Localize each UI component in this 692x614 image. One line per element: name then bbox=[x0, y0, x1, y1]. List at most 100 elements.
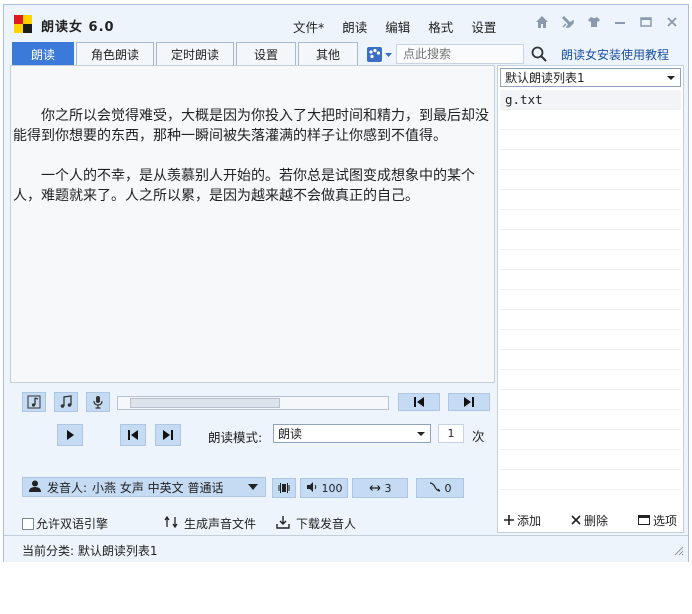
playlist-empty-row bbox=[500, 210, 681, 230]
play-button[interactable] bbox=[57, 424, 83, 446]
skip-forward-button[interactable] bbox=[155, 424, 181, 446]
maximize-icon[interactable] bbox=[638, 14, 654, 30]
playlist-empty-row bbox=[500, 250, 681, 270]
playlist-empty-row bbox=[500, 410, 681, 430]
options-button[interactable]: 选项 bbox=[637, 512, 677, 529]
generate-audio-button[interactable]: 生成声音文件 bbox=[164, 515, 256, 532]
progress-thumb[interactable] bbox=[130, 398, 280, 408]
playlist-item[interactable]: g.txt bbox=[500, 90, 681, 110]
repeat-unit-label: 次 bbox=[472, 429, 485, 444]
previous-button[interactable] bbox=[398, 393, 440, 411]
playlist-empty-row bbox=[500, 430, 681, 450]
playlist-empty-row bbox=[500, 150, 681, 170]
checkbox-box[interactable] bbox=[22, 517, 34, 530]
playlist-select[interactable]: 默认朗读列表1 bbox=[500, 68, 681, 87]
bilingual-engine-label: 允许双语引擎 bbox=[36, 517, 109, 531]
menu-file[interactable]: 文件* bbox=[284, 17, 333, 36]
volume-value: 100 bbox=[321, 481, 343, 495]
delete-label: 删除 bbox=[583, 514, 608, 528]
voice-equalizer-button[interactable] bbox=[272, 478, 296, 498]
music-icon[interactable] bbox=[54, 392, 78, 412]
add-label: 添加 bbox=[517, 514, 542, 528]
status-bar: 当前分类: 默认朗读列表1 bbox=[4, 535, 688, 562]
playlist-empty-row bbox=[500, 310, 681, 330]
home-icon[interactable] bbox=[534, 14, 550, 30]
playlist-empty-row bbox=[500, 270, 681, 290]
minimize-icon[interactable] bbox=[612, 14, 628, 30]
mode-select[interactable]: 朗读 bbox=[273, 424, 431, 443]
lyrics-note-button[interactable] bbox=[22, 392, 46, 412]
playlist-rows: g.txt bbox=[500, 90, 681, 490]
tab-bar: 朗读 角色朗读 定时朗读 设置 其他 bbox=[12, 42, 360, 65]
playlist-select-value: 默认朗读列表1 bbox=[505, 71, 585, 85]
status-text: 当前分类: 默认朗读列表1 bbox=[22, 544, 158, 558]
volume-icon bbox=[306, 481, 318, 496]
title-bar: 朗读女 6.0 文件* 朗读 编辑 格式 设置 bbox=[4, 5, 688, 43]
search-icon[interactable] bbox=[530, 45, 548, 63]
pin-icon[interactable] bbox=[560, 14, 576, 30]
menu-bar: 文件* 朗读 编辑 格式 设置 bbox=[284, 17, 505, 36]
playlist-empty-row bbox=[500, 190, 681, 210]
progress-slider[interactable] bbox=[117, 396, 389, 410]
speaker-value: 小燕 女声 中英文 普通话 bbox=[92, 480, 224, 495]
tab-timed-read[interactable]: 定时朗读 bbox=[156, 42, 234, 65]
playlist-empty-row bbox=[500, 130, 681, 150]
playback-controls: 朗读模式: 朗读 1 次 发音人: 小燕 女声 中英文 普通话 100 3 0 bbox=[10, 385, 495, 535]
playlist-actions: 添加 删除 选项 bbox=[498, 512, 683, 529]
tab-other[interactable]: 其他 bbox=[298, 42, 358, 65]
menu-format[interactable]: 格式 bbox=[419, 17, 462, 36]
playlist-empty-row bbox=[500, 290, 681, 310]
download-speaker-button[interactable]: 下载发音人 bbox=[276, 515, 356, 532]
playlist-empty-row bbox=[500, 450, 681, 470]
tab-settings[interactable]: 设置 bbox=[236, 42, 296, 65]
add-button[interactable]: 添加 bbox=[504, 512, 541, 529]
speaker-select[interactable]: 发音人: 小燕 女声 中英文 普通话 bbox=[22, 477, 266, 497]
pitch-control[interactable]: 0 bbox=[416, 478, 464, 498]
app-logo bbox=[14, 15, 32, 33]
search-input[interactable] bbox=[396, 44, 524, 64]
menu-edit[interactable]: 编辑 bbox=[376, 17, 419, 36]
volume-control[interactable]: 100 bbox=[300, 478, 348, 498]
editor-paragraph: 你之所以会觉得难受，大概是因为你投入了大把时间和精力，到最后却没能得到你想要的东… bbox=[13, 108, 489, 144]
tab-read[interactable]: 朗读 bbox=[12, 42, 74, 65]
tab-role-read[interactable]: 角色朗读 bbox=[76, 42, 154, 65]
pitch-value: 0 bbox=[444, 481, 452, 495]
app-title: 朗读女 6.0 bbox=[41, 20, 115, 35]
speed-arrows-icon bbox=[369, 482, 381, 495]
help-link[interactable]: 朗读女安装使用教程 bbox=[561, 46, 669, 63]
convert-icon bbox=[164, 515, 178, 532]
mode-label: 朗读模式: bbox=[208, 430, 263, 445]
app-window: 朗读女 6.0 文件* 朗读 编辑 格式 设置 朗读 角色朗读 定时朗读 设置 … bbox=[3, 4, 689, 562]
playlist-empty-row bbox=[500, 350, 681, 370]
chevron-down-icon bbox=[416, 427, 426, 441]
shirt-icon[interactable] bbox=[586, 14, 602, 30]
pitch-icon bbox=[429, 481, 441, 495]
microphone-icon[interactable] bbox=[86, 392, 110, 412]
skip-back-button[interactable] bbox=[120, 424, 146, 446]
menu-read[interactable]: 朗读 bbox=[333, 17, 376, 36]
resize-grip-icon[interactable] bbox=[672, 544, 684, 559]
repeat-count-input[interactable]: 1 bbox=[438, 424, 464, 443]
user-icon bbox=[28, 479, 42, 496]
delete-button[interactable]: 删除 bbox=[571, 512, 608, 529]
text-editor[interactable]: 你之所以会觉得难受，大概是因为你投入了大把时间和精力，到最后却没能得到你想要的东… bbox=[10, 65, 495, 383]
voice-palette-icon[interactable] bbox=[366, 46, 394, 64]
playlist-empty-row bbox=[500, 370, 681, 390]
generate-audio-label: 生成声音文件 bbox=[184, 517, 257, 531]
playlist-empty-row bbox=[500, 390, 681, 410]
options-label: 选项 bbox=[652, 514, 677, 528]
mode-select-value: 朗读 bbox=[278, 427, 303, 441]
editor-paragraph: 一个人的不幸，是从羡慕别人开始的。若你总是试图变成想象中的某个人，难题就来了。人… bbox=[13, 168, 475, 204]
speed-control[interactable]: 3 bbox=[352, 478, 408, 498]
playlist-empty-row bbox=[500, 170, 681, 190]
playlist-empty-row bbox=[500, 330, 681, 350]
next-button[interactable] bbox=[448, 393, 490, 411]
window-controls bbox=[534, 14, 680, 30]
close-icon[interactable] bbox=[664, 14, 680, 30]
playlist-empty-row bbox=[500, 470, 681, 490]
x-icon bbox=[571, 514, 581, 528]
menu-settings[interactable]: 设置 bbox=[462, 17, 505, 36]
download-speaker-label: 下载发音人 bbox=[296, 517, 357, 531]
bilingual-engine-checkbox[interactable]: 允许双语引擎 bbox=[22, 515, 108, 532]
plus-icon bbox=[504, 514, 514, 528]
